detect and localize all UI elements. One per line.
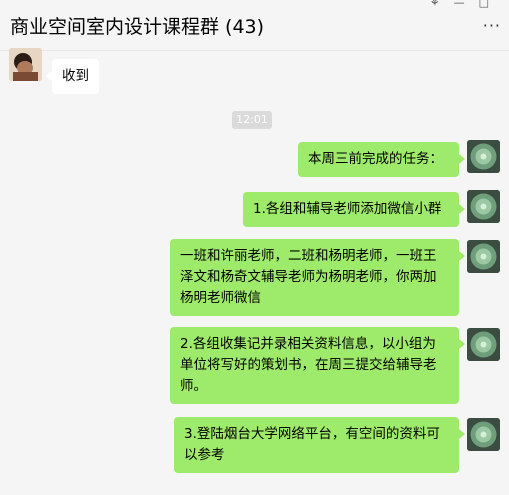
message-text: 收到 [62, 68, 89, 84]
avatar[interactable] [467, 418, 500, 451]
avatar[interactable] [9, 48, 42, 81]
message-text: 本周三前完成的任务： [308, 151, 443, 167]
avatar[interactable] [467, 190, 500, 223]
more-icon[interactable]: ··· [483, 16, 501, 35]
maximize-icon[interactable]: □ [479, 0, 489, 9]
avatar[interactable] [467, 240, 500, 273]
message-text: 1.各组和辅导老师添加微信小群 [253, 201, 442, 217]
message-bubble[interactable]: 本周三前完成的任务： [298, 142, 465, 177]
message-bubble[interactable]: 3.登陆烟台大学网络平台，有空间的资料可以参考 [174, 417, 465, 473]
message-bubble[interactable]: 2.各组收集记并录相关资料信息，以小组为单位将写好的策划书，在周三提交给辅导老师… [170, 327, 465, 404]
avatar[interactable] [467, 140, 500, 173]
message-text: 一班和许丽老师，二班和杨明老师，一班王泽文和杨奇文辅导老师为杨明老师，你两加杨明… [180, 248, 437, 306]
avatar[interactable] [467, 328, 500, 361]
minimize-icon[interactable]: — [454, 0, 465, 9]
chat-header: 商业空间室内设计课程群 (43) ⚘ — □ ··· [0, 0, 509, 51]
chat-title[interactable]: 商业空间室内设计课程群 (43) [10, 12, 264, 39]
timestamp: 12:01 [232, 111, 272, 129]
pin-icon[interactable]: ⚘ [430, 0, 440, 9]
message-text: 2.各组收集记并录相关资料信息，以小组为单位将写好的策划书，在周三提交给辅导老师… [180, 336, 437, 394]
message-bubble[interactable]: 收到 [46, 59, 99, 94]
window-controls: ⚘ — □ [430, 0, 489, 9]
message-bubble[interactable]: 一班和许丽老师，二班和杨明老师，一班王泽文和杨奇文辅导老师为杨明老师，你两加杨明… [170, 239, 465, 316]
message-text: 3.登陆烟台大学网络平台，有空间的资料可以参考 [184, 426, 440, 463]
message-bubble[interactable]: 1.各组和辅导老师添加微信小群 [243, 192, 465, 227]
